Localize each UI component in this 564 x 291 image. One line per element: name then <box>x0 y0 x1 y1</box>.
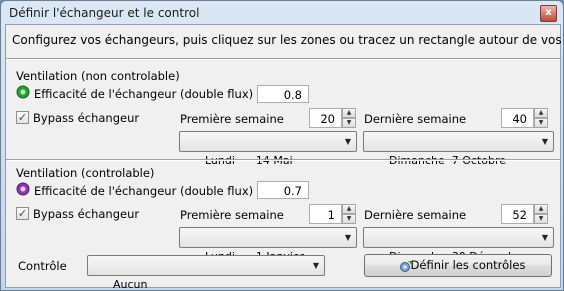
dialog-content: Configurez vos échangeurs, puis cliquez … <box>5 24 564 290</box>
bypass-checkbox[interactable]: ✓ <box>16 207 29 220</box>
bypass-label: Bypass échangeur <box>33 207 140 221</box>
efficiency-label: Efficacité de l'échangeur (double flux) <box>34 87 254 101</box>
last-week-spinner[interactable]: ▲ ▼ <box>534 204 548 224</box>
select-value: Aucun <box>112 278 148 291</box>
chevron-down-icon: ▼ <box>344 137 351 146</box>
last-week-spinner[interactable]: ▲ ▼ <box>534 108 548 128</box>
spin-up-icon[interactable]: ▲ <box>342 204 356 214</box>
spin-down-icon[interactable]: ▼ <box>342 214 356 224</box>
spin-down-icon[interactable]: ▼ <box>534 118 548 128</box>
last-week-date-select[interactable]: Dimanche 30 Décembre ▼ <box>363 227 554 263</box>
chevron-down-icon: ▼ <box>541 233 548 242</box>
spin-down-icon[interactable]: ▼ <box>534 214 548 224</box>
last-week-label: Dernière semaine <box>364 112 467 126</box>
chevron-down-icon: ▼ <box>344 233 351 242</box>
section-label-controllable: Ventilation (controlable) <box>16 166 155 180</box>
close-button[interactable]: x <box>540 5 557 22</box>
spin-down-icon[interactable]: ▼ <box>342 118 356 128</box>
exchanger-green-icon <box>16 85 30 99</box>
dialog-window: Définir l'échangeur et le control x Conf… <box>0 0 564 291</box>
first-week-label: Première semaine <box>180 208 284 222</box>
first-week-spinner[interactable]: ▲ ▼ <box>342 108 356 128</box>
separator <box>6 58 560 60</box>
spin-up-icon[interactable]: ▲ <box>534 108 548 118</box>
chevron-down-icon: ▼ <box>312 261 319 270</box>
last-week-input[interactable]: 52 <box>501 204 534 224</box>
first-week-input[interactable]: 20 <box>309 108 342 128</box>
first-week-spinner[interactable]: ▲ ▼ <box>342 204 356 224</box>
first-week-date-select[interactable]: Lundi 1 Janvier ▼ <box>179 227 357 263</box>
first-week-label: Première semaine <box>180 112 284 126</box>
last-week-input[interactable]: 40 <box>501 108 534 128</box>
separator <box>6 159 560 161</box>
window-title: Définir l'échangeur et le control <box>9 6 200 20</box>
efficiency-input[interactable]: 0.8 <box>257 85 309 103</box>
first-week-input[interactable]: 1 <box>309 204 342 224</box>
efficiency-input[interactable]: 0.7 <box>257 181 309 199</box>
spin-up-icon[interactable]: ▲ <box>534 204 548 214</box>
section-label-noncontrollable: Ventilation (non controlable) <box>16 69 180 83</box>
title-bar: Définir l'échangeur et le control x <box>1 1 563 25</box>
first-week-date-select[interactable]: Lundi 14 Mai ▼ <box>179 131 357 167</box>
efficiency-label: Efficacité de l'échangeur (double flux) <box>34 184 254 198</box>
bypass-label: Bypass échangeur <box>33 111 140 125</box>
control-select[interactable]: Aucun ▼ <box>87 255 325 290</box>
define-controls-button[interactable]: Définir les contrôles <box>364 254 552 277</box>
chevron-down-icon: ▼ <box>541 137 548 146</box>
spin-up-icon[interactable]: ▲ <box>342 108 356 118</box>
bypass-checkbox[interactable]: ✓ <box>16 111 29 124</box>
instructions-text: Configurez vos échangeurs, puis cliquez … <box>12 33 564 47</box>
last-week-date-select[interactable]: Dimanche 7 Octobre ▼ <box>363 131 554 167</box>
exchanger-purple-icon <box>16 182 30 196</box>
control-label: Contrôle <box>18 259 67 273</box>
last-week-label: Dernière semaine <box>364 208 467 222</box>
controls-gear-icon <box>400 261 412 272</box>
